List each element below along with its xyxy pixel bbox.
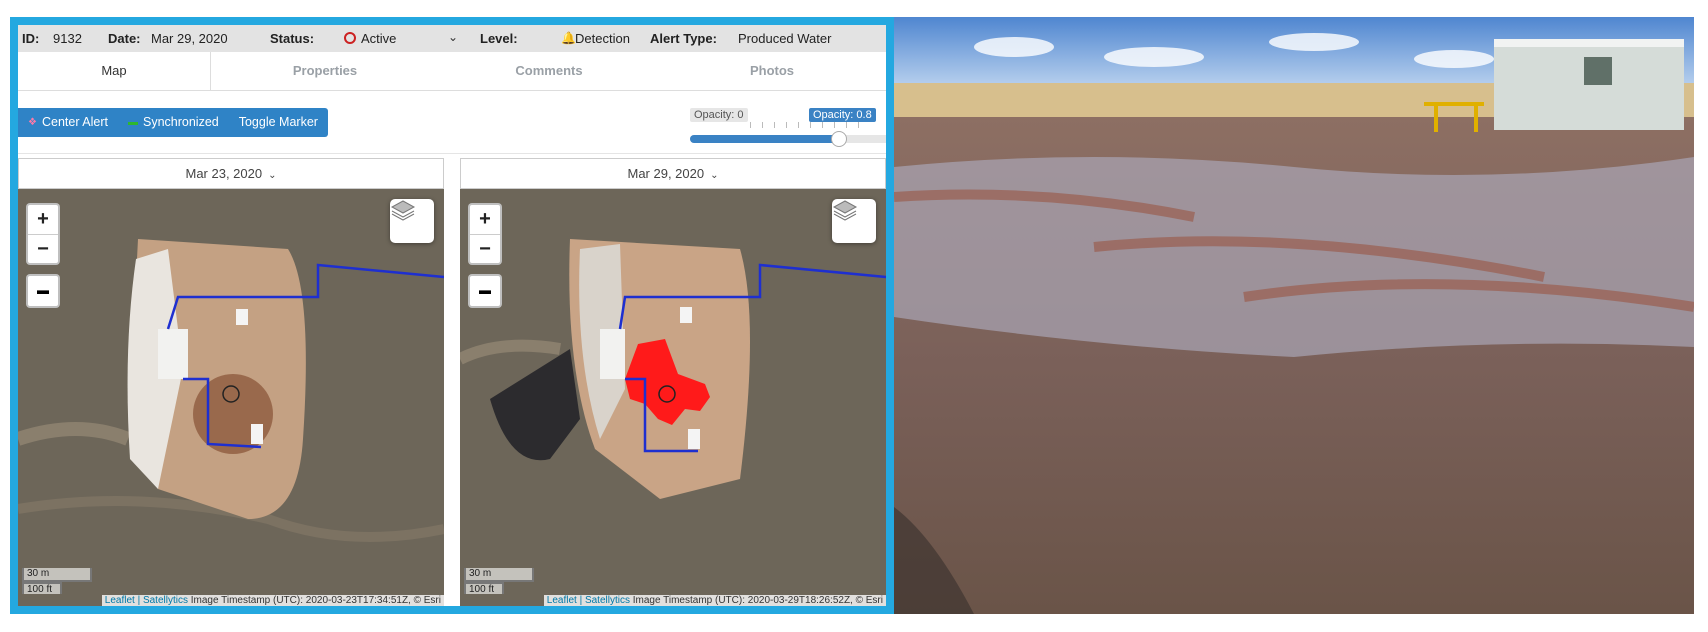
id-value: 9132 bbox=[53, 31, 82, 46]
map-date-before: Mar 23, 2020 bbox=[185, 166, 263, 181]
attribution-text: Image Timestamp (UTC): 2020-03-29T18:26:… bbox=[629, 595, 883, 606]
map-date-select-after[interactable]: Mar 29, 2020 ⌄ bbox=[460, 158, 886, 189]
zoom-out-button[interactable]: − bbox=[470, 235, 500, 264]
scale-imperial: 100 ft bbox=[22, 582, 62, 595]
map-date-select-before[interactable]: Mar 23, 2020 ⌄ bbox=[18, 158, 444, 189]
map-scale: 30 m 100 ft bbox=[464, 568, 534, 595]
center-alert-label: Center Alert bbox=[41, 115, 108, 129]
map-before: Mar 23, 2020 ⌄ + − ▬ 30 m 100 ft Leaflet… bbox=[18, 158, 444, 606]
level-label: Level: bbox=[480, 31, 518, 46]
toggle-marker-button[interactable]: Toggle Marker bbox=[229, 108, 328, 137]
opacity-track[interactable] bbox=[690, 131, 886, 147]
satellite-image-after bbox=[460, 189, 886, 606]
opacity-fill bbox=[690, 135, 838, 143]
map-attribution: Leaflet | Satellytics Image Timestamp (U… bbox=[101, 595, 444, 606]
tab-properties[interactable]: Properties bbox=[210, 52, 440, 90]
zoom-in-button[interactable]: + bbox=[470, 205, 500, 235]
alert-header: ID: 9132 Date: Mar 29, 2020 Status: Acti… bbox=[18, 25, 886, 52]
scale-metric: 30 m bbox=[464, 568, 534, 582]
map-attribution: Leaflet | Satellytics Image Timestamp (U… bbox=[543, 595, 886, 606]
satellite-map-after[interactable]: + − ▬ 30 m 100 ft Leaflet | Satellytics … bbox=[460, 189, 886, 606]
map-scale: 30 m 100 ft bbox=[22, 568, 92, 595]
synchronized-label: Synchronized bbox=[142, 115, 219, 129]
map-toolbar: ❖ Center Alert ▬ Synchronized Toggle Mar… bbox=[18, 108, 328, 137]
alert-panel-content: ID: 9132 Date: Mar 29, 2020 Status: Acti… bbox=[18, 25, 886, 606]
bell-icon: 🔔 bbox=[561, 31, 576, 45]
chevron-down-icon: ⌄ bbox=[268, 170, 277, 181]
center-alert-button[interactable]: ❖ Center Alert bbox=[18, 108, 118, 137]
date-value: Mar 29, 2020 bbox=[151, 31, 228, 46]
ruler-icon[interactable]: ▬ bbox=[26, 274, 60, 308]
produced-water-spill-photo bbox=[894, 17, 1694, 614]
divider bbox=[18, 153, 886, 154]
synchronized-button[interactable]: ▬ Synchronized bbox=[118, 108, 229, 137]
crosshair-icon: ❖ bbox=[28, 117, 37, 128]
map-after: Mar 29, 2020 ⌄ + − ▬ 30 m 100 ft Leaflet… bbox=[460, 158, 886, 606]
alert-type-value: Produced Water bbox=[738, 31, 832, 46]
layers-icon[interactable] bbox=[390, 199, 434, 243]
zoom-out-button[interactable]: − bbox=[28, 235, 58, 264]
alert-panel: ID: 9132 Date: Mar 29, 2020 Status: Acti… bbox=[10, 17, 894, 614]
status-label: Status: bbox=[270, 31, 315, 46]
status-value[interactable]: Active bbox=[361, 31, 396, 46]
alert-type-label: Alert Type: bbox=[650, 31, 717, 46]
ruler-icon[interactable]: ▬ bbox=[468, 274, 502, 308]
opacity-value-label: Opacity: 0.8 bbox=[809, 108, 876, 122]
tab-comments[interactable]: Comments bbox=[440, 52, 658, 90]
satellite-map-before[interactable]: + − ▬ 30 m 100 ft Leaflet | Satellytics … bbox=[18, 189, 444, 606]
zoom-in-button[interactable]: + bbox=[28, 205, 58, 235]
chevron-down-icon: ⌄ bbox=[710, 170, 719, 181]
tab-photos[interactable]: Photos bbox=[658, 52, 886, 90]
scale-imperial: 100 ft bbox=[464, 582, 504, 595]
level-value: Detection bbox=[575, 31, 630, 46]
scale-metric: 30 m bbox=[22, 568, 92, 582]
opacity-ticks bbox=[750, 122, 870, 128]
map-date-after: Mar 29, 2020 bbox=[627, 166, 705, 181]
opacity-slider[interactable]: Opacity: 0 Opacity: 0.8 bbox=[690, 108, 886, 148]
id-label: ID: bbox=[22, 31, 40, 46]
link-icon: ▬ bbox=[127, 117, 138, 128]
tab-bar: Map Properties Comments Photos bbox=[18, 52, 886, 91]
attribution-text: Image Timestamp (UTC): 2020-03-23T17:34:… bbox=[187, 595, 441, 606]
opacity-min-label: Opacity: 0 bbox=[690, 108, 748, 122]
layers-icon[interactable] bbox=[832, 199, 876, 243]
attribution-links[interactable]: Leaflet | Satellytics bbox=[105, 595, 188, 606]
date-label: Date: bbox=[108, 31, 141, 46]
site-photo bbox=[894, 17, 1694, 614]
tab-map[interactable]: Map bbox=[18, 52, 211, 90]
zoom-control: + − bbox=[468, 203, 502, 265]
status-circle-icon bbox=[344, 32, 356, 44]
satellite-image-before bbox=[18, 189, 444, 606]
status-chevron-down-icon[interactable]: ⌄ bbox=[448, 30, 458, 44]
attribution-links[interactable]: Leaflet | Satellytics bbox=[547, 595, 630, 606]
opacity-handle[interactable] bbox=[831, 131, 847, 147]
zoom-control: + − bbox=[26, 203, 60, 265]
